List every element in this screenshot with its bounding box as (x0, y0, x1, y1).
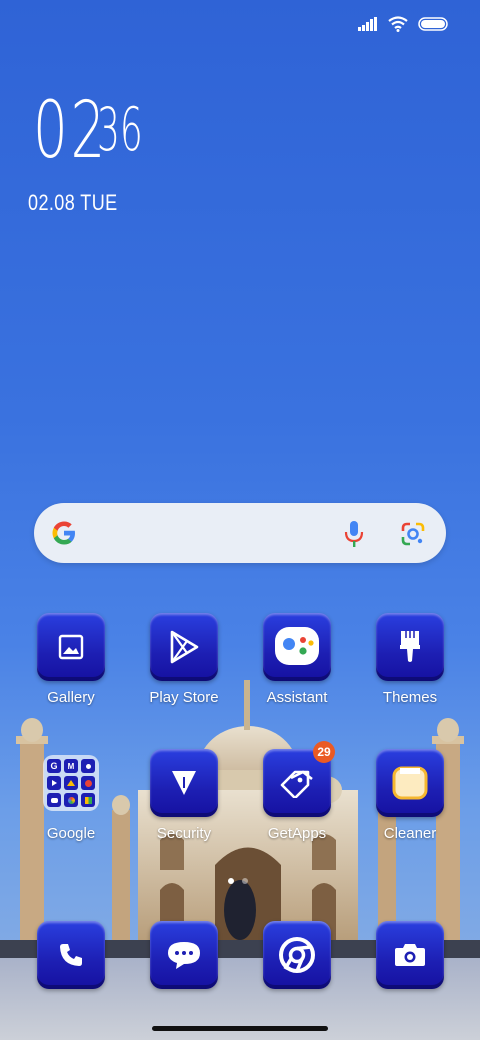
photos-icon (64, 793, 78, 807)
security-shield-icon (172, 771, 196, 795)
signal-icon (358, 17, 377, 31)
clock-minutes: 36 (97, 95, 143, 165)
clock-date: 02.08 TUE (28, 190, 118, 215)
cleaner-tile (376, 749, 444, 817)
page-indicator[interactable] (228, 878, 248, 884)
paintbrush-icon (400, 631, 420, 662)
themes-tile (376, 613, 444, 681)
microphone-icon[interactable] (344, 520, 364, 548)
play-store-icon (170, 630, 199, 664)
youtube-music-icon (81, 776, 95, 790)
security-tile (150, 749, 218, 817)
dock-messages[interactable] (134, 921, 234, 989)
app-label: Gallery (47, 689, 95, 706)
app-play-store[interactable]: Play Store (134, 613, 234, 706)
app-getapps[interactable]: 29 GetApps (247, 741, 347, 842)
getapps-tag-icon (280, 770, 313, 798)
notification-badge: 29 (313, 741, 335, 763)
google-lens-icon[interactable] (400, 521, 426, 547)
messages-tile (150, 921, 218, 989)
duo-icon (47, 793, 61, 807)
app-label: Assistant (266, 689, 328, 706)
camera-tile (376, 921, 444, 989)
messages-icon (168, 942, 200, 969)
app-assistant[interactable]: Assistant (247, 613, 347, 706)
app-label: Play Store (149, 689, 219, 706)
app-gallery[interactable]: Gallery (21, 613, 121, 706)
status-bar (358, 16, 450, 32)
chrome-tile (263, 921, 331, 989)
maps-icon (81, 759, 95, 773)
assistant-tile (263, 613, 331, 681)
camera-icon (395, 944, 425, 966)
home-indicator-bar[interactable] (152, 1026, 328, 1031)
wifi-icon (388, 16, 408, 32)
phone-icon (60, 944, 82, 966)
page-dot-active (228, 878, 234, 884)
app-label: Google (46, 825, 96, 842)
app-security[interactable]: Security (134, 749, 234, 842)
cleaner-icon (392, 766, 428, 800)
dock-camera[interactable] (360, 921, 460, 989)
app-label: Themes (382, 689, 438, 706)
google-g-icon (52, 521, 75, 545)
app-cleaner[interactable]: Cleaner (360, 749, 460, 842)
app-label: Cleaner (383, 825, 437, 842)
folder-google[interactable]: G M Google (21, 749, 121, 842)
dock-phone[interactable] (21, 921, 121, 989)
app-label: Security (156, 825, 212, 842)
gmail-icon: M (64, 759, 78, 773)
app-label: GetApps (267, 825, 327, 842)
assistant-icon (275, 627, 319, 665)
battery-icon (418, 17, 448, 31)
dock-chrome[interactable] (247, 921, 347, 989)
app-themes[interactable]: Themes (360, 613, 460, 706)
getapps-tile: 29 (263, 741, 335, 817)
files-icon (81, 793, 95, 807)
google-app-icon: G (47, 759, 61, 773)
google-search-bar[interactable] (34, 503, 446, 563)
clock-widget[interactable]: 02 36 (33, 92, 143, 170)
drive-icon (64, 776, 78, 790)
play-store-tile (150, 613, 218, 681)
chrome-icon (279, 937, 315, 973)
page-dot (242, 878, 248, 884)
gallery-icon (58, 634, 84, 660)
youtube-icon (47, 776, 61, 790)
google-folder-preview: G M (43, 755, 99, 811)
phone-tile (37, 921, 105, 989)
gallery-tile (37, 613, 105, 681)
